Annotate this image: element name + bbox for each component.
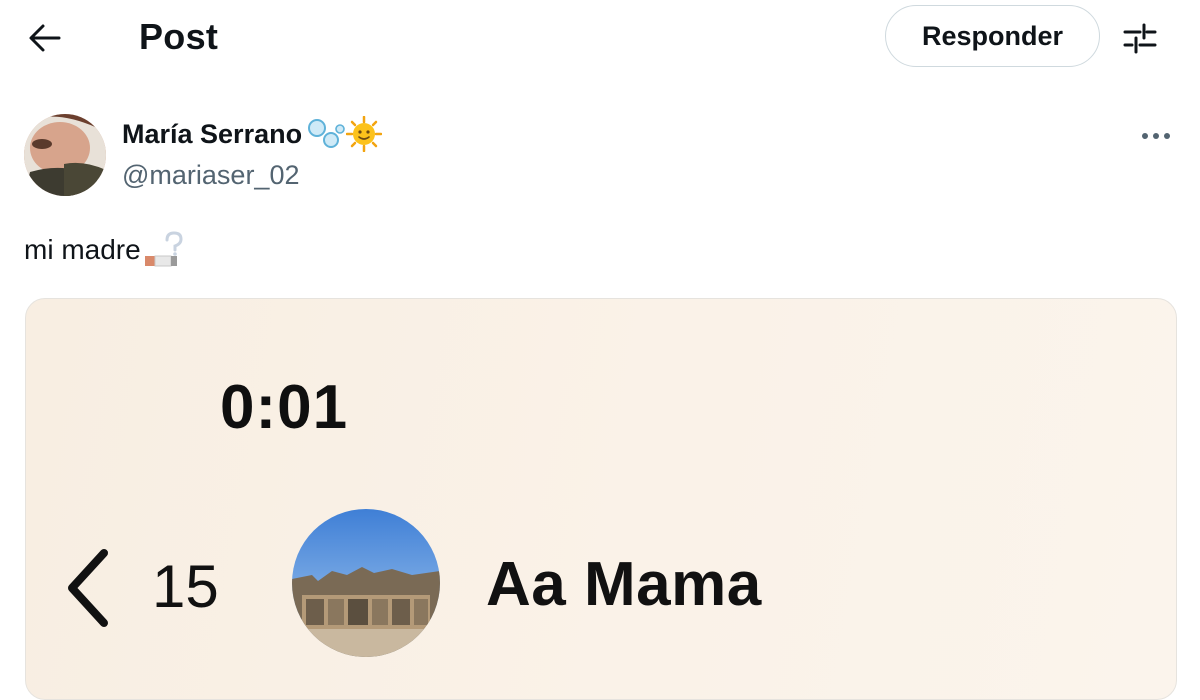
top-bar: Post Responder: [0, 0, 1200, 76]
page-title: Post: [139, 16, 219, 57]
ellipsis-icon: [1142, 133, 1170, 139]
video-timestamp: 0:01: [220, 373, 349, 442]
more-options-button[interactable]: [1136, 118, 1176, 154]
author-name[interactable]: María Serrano: [122, 116, 383, 152]
reply-button[interactable]: Responder: [885, 5, 1100, 67]
bubbles-icon: [308, 119, 345, 148]
contact-avatar: [292, 509, 440, 657]
chevron-left-icon: [68, 549, 108, 627]
cigarette-question-icon: [144, 231, 183, 267]
post-text: mi madre: [24, 230, 189, 270]
avatar-image: [24, 114, 106, 196]
sun-face-icon: [346, 116, 383, 152]
settings-button[interactable]: [1118, 18, 1162, 58]
contact-avatar-image: [292, 509, 440, 657]
contact-name: Aa Mama: [486, 550, 762, 619]
unread-count: 15: [152, 553, 219, 620]
avatar[interactable]: [24, 114, 106, 196]
author-name-text: María Serrano: [122, 118, 303, 149]
media-card[interactable]: 0:01 15 Aa Mama: [25, 298, 1177, 700]
post-text-content: mi madre: [24, 234, 141, 265]
arrow-left-icon: [29, 24, 61, 52]
sliders-icon: [1123, 23, 1157, 54]
back-button[interactable]: [22, 18, 66, 58]
author-handle[interactable]: @mariaser_02: [122, 160, 299, 191]
